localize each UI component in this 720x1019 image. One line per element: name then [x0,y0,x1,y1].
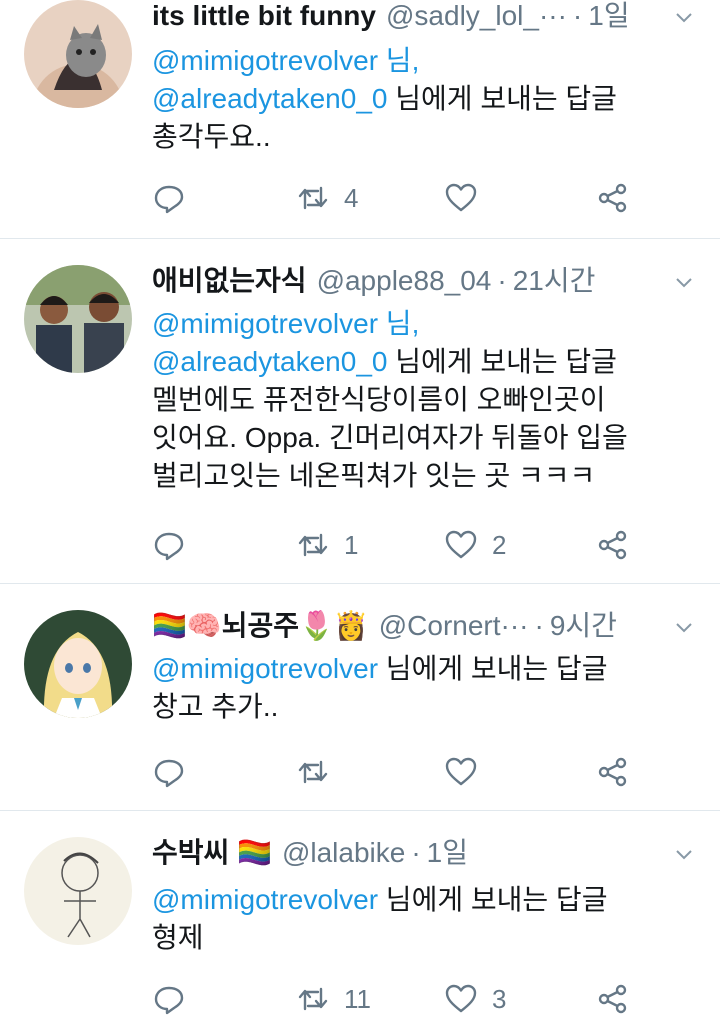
username[interactable]: @sadly_lol_··· [386,0,567,36]
display-name[interactable]: 수박씨 🏳️‍🌈 [152,833,272,873]
chevron-down-icon[interactable] [672,6,696,30]
retweet-icon [298,760,328,784]
retweet-button[interactable] [296,752,330,792]
tweet[interactable]: its little bit funny @sadly_lol_··· · 1일… [0,0,720,238]
reply-icon [154,185,184,214]
avatar[interactable] [24,265,132,373]
mention-handle[interactable]: @mimigotrevolver [152,653,378,684]
share-icon [598,757,627,787]
tweet[interactable]: 애비없는자식 @apple88_04 · 21시간 @mimigotrevolv… [0,239,720,583]
tweet-text: 창고 추가.. [152,691,279,722]
retweet-count: 11 [344,983,371,1014]
username[interactable]: @apple88_04 [317,261,492,301]
reply-button[interactable] [152,979,186,1019]
retweet-icon [298,533,328,557]
share-icon [598,183,627,213]
tweet-text: 벌리고잇는 네온픽쳐가 잇는 곳 ㅋㅋㅋ [152,460,596,491]
retweet-icon [298,987,328,1011]
avatar[interactable] [24,0,132,108]
tweet[interactable]: 🏳️‍🌈🧠뇌공주🌷👸 @Cornert··· · 9시간 @mimigotrev… [0,584,720,810]
like-button[interactable]: 3 [444,979,506,1019]
share-button[interactable] [596,979,630,1019]
chevron-down-icon[interactable] [672,616,696,640]
reply-icon [154,986,184,1015]
reply-to-line[interactable]: @mimigotrevolver 님, [152,42,680,80]
reply-to-line[interactable]: @mimigotrevolver 님에게 보내는 답글 [152,881,680,919]
tweet-text: 형제 [152,922,204,953]
separator-dot: · [497,265,507,296]
tweet-text: 총각두요.. [152,121,271,152]
like-icon [445,984,477,1013]
reply-to-line[interactable]: @mimigotrevolver 님, [152,305,680,343]
like-icon [445,183,477,212]
retweet-icon [298,186,328,210]
tweet[interactable]: 수박씨 🏳️‍🌈 @lalabike · 1일 @mimigotrevolver… [0,811,720,1015]
share-button[interactable] [596,525,630,565]
display-name[interactable]: its little bit funny [152,0,376,36]
avatar[interactable] [24,610,132,718]
timestamp[interactable]: 9시간 [550,606,617,646]
retweet-count: 1 [344,529,359,560]
reply-button[interactable] [152,525,186,565]
chevron-down-icon[interactable] [672,843,696,867]
reply-to-line[interactable]: @alreadytaken0_0 님에게 보내는 답글 [152,343,680,381]
retweet-button[interactable]: 11 [296,979,371,1019]
separator-dot: · [411,837,421,868]
like-button[interactable]: 2 [444,525,506,565]
username[interactable]: @lalabike [282,833,405,873]
reply-button[interactable] [152,178,186,218]
retweet-button[interactable]: 4 [296,178,358,218]
tweet-text: 멜번에도 퓨전한식당이름이 오빠인곳이 [152,384,606,415]
tweet-text: 잇어요. Oppa. 긴머리여자가 뒤돌아 입을 [152,422,628,453]
avatar[interactable] [24,837,132,945]
retweet-count: 4 [344,182,359,213]
like-icon [445,757,477,786]
reply-to-line[interactable]: @mimigotrevolver 님에게 보내는 답글 [152,650,680,688]
reply-icon [154,532,184,561]
like-count: 3 [492,983,507,1014]
display-name[interactable]: 애비없는자식 [152,261,307,301]
like-button[interactable] [444,752,478,792]
reply-icon [154,759,184,788]
like-button[interactable] [444,178,478,218]
share-button[interactable] [596,752,630,792]
mention-handle[interactable]: @alreadytaken0_0 [152,346,387,377]
share-icon [598,530,627,560]
chevron-down-icon[interactable] [672,271,696,295]
share-icon [598,984,627,1014]
mention-handle[interactable]: @mimigotrevolver [152,884,378,915]
timestamp[interactable]: 1일 [427,833,468,873]
username[interactable]: @Cornert··· [379,606,529,646]
reply-button[interactable] [152,752,186,792]
display-name[interactable]: 🏳️‍🌈🧠뇌공주🌷👸 [152,606,369,646]
separator-dot: · [534,610,544,641]
reply-to-line[interactable]: @alreadytaken0_0 님에게 보내는 답글 [152,80,680,118]
like-icon [445,530,477,559]
share-button[interactable] [596,178,630,218]
like-count: 2 [492,529,507,560]
retweet-button[interactable]: 1 [296,525,358,565]
timestamp[interactable]: 21시간 [513,261,596,301]
mention-handle[interactable]: @alreadytaken0_0 [152,83,387,114]
separator-dot: · [572,0,583,31]
timestamp[interactable]: 1일 [588,0,629,36]
